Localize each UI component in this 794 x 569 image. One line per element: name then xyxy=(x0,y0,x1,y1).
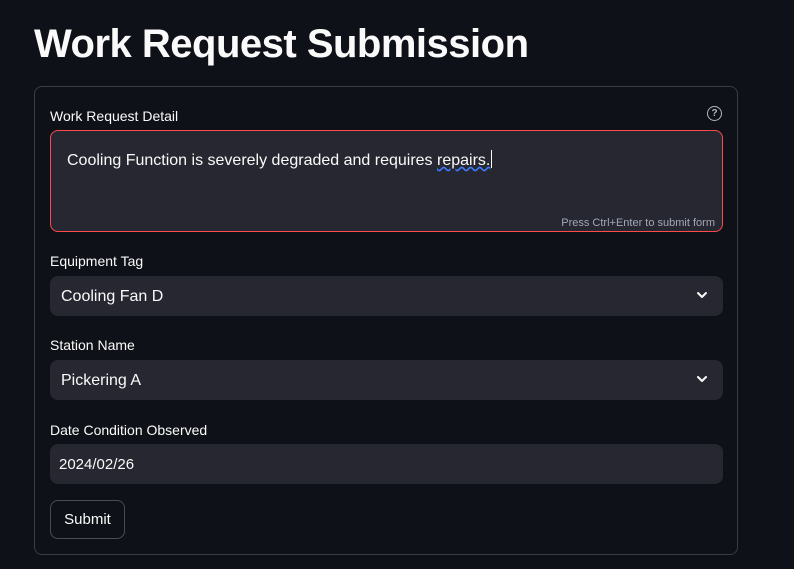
date-condition-observed-input[interactable]: 2024/02/26 xyxy=(50,444,723,484)
equipment-tag-label: Equipment Tag xyxy=(50,253,144,269)
text-caret xyxy=(491,150,493,168)
date-condition-observed-label: Date Condition Observed xyxy=(50,422,208,438)
station-name-label: Station Name xyxy=(50,337,135,353)
page-title: Work Request Submission xyxy=(34,22,529,66)
help-icon[interactable]: ? xyxy=(707,106,722,121)
work-request-detail-label: Work Request Detail xyxy=(50,108,179,124)
equipment-tag-value: Cooling Fan D xyxy=(61,288,164,305)
submit-button[interactable]: Submit xyxy=(50,500,125,539)
textarea-value: Cooling Function is severely degraded an… xyxy=(67,150,493,169)
chevron-down-icon xyxy=(697,376,707,382)
station-name-select[interactable]: Pickering A xyxy=(50,360,723,400)
chevron-down-icon xyxy=(697,292,707,298)
spellcheck-underlined-word: repairs. xyxy=(437,152,491,169)
equipment-tag-select[interactable]: Cooling Fan D xyxy=(50,276,723,316)
station-name-value: Pickering A xyxy=(61,372,142,389)
work-request-form: Work Request Detail ? Cooling Function i… xyxy=(34,86,738,555)
date-value: 2024/02/26 xyxy=(59,456,135,473)
submit-hint: Press Ctrl+Enter to submit form xyxy=(561,217,715,229)
work-request-detail-textarea[interactable]: Cooling Function is severely degraded an… xyxy=(50,130,723,232)
